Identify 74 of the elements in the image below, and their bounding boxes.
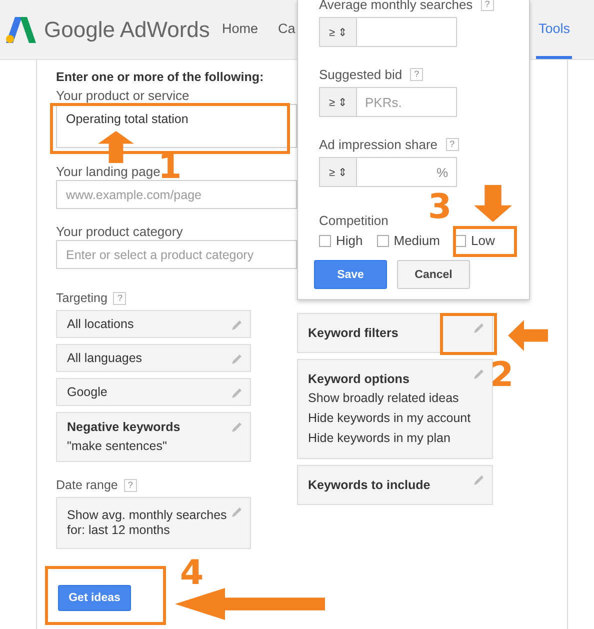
filter-input[interactable]: ≥ ⇕ [319,17,457,47]
input-field[interactable]: Enter or select a product category [56,240,297,269]
card-text: Show broadly related ideas [308,390,460,407]
card-text: for: last 12 months [67,523,171,538]
product-field[interactable]: Operating total station [56,104,297,148]
settings-card[interactable]: All locations [56,310,251,338]
settings-card[interactable]: Google [56,378,251,406]
step-number: 2 [490,358,514,392]
checkbox[interactable] [376,234,389,246]
card-text: Hide keywords in my account [308,410,472,427]
nav-tab[interactable]: Tools [536,0,572,59]
annotation-arrow [474,185,512,222]
step-number: 3 [428,190,452,224]
card-text: Hide keywords in my plan [308,430,452,447]
field-label: Your product category [56,223,183,240]
settings-card[interactable]: Show avg. monthly searches for: last 12 months [56,497,251,549]
step-number: 4 [180,556,204,590]
card-title: All locations [67,316,135,332]
filter-label: Suggested bid [319,67,402,82]
settings-card[interactable]: Negative keywords "make sentences" [56,412,251,462]
highlight-frame [453,226,517,257]
pencil-icon[interactable] [231,506,243,518]
nav-tab[interactable]: Home [222,0,258,59]
card-title: Keyword options [308,371,410,388]
checkbox-label: High [336,233,363,248]
filter-input[interactable]: ≥ ⇕ PKRs. [319,87,457,117]
card-title: Keyword filters [308,325,400,342]
field-label: Your product or service [56,87,190,104]
highlight-frame [440,313,497,355]
help-icon[interactable]: ? [446,138,459,151]
pencil-icon[interactable] [473,474,485,486]
filter-label: Ad impression share [319,137,438,152]
section-label: Targeting [56,291,108,305]
help-icon[interactable]: ? [480,0,494,11]
pencil-icon[interactable] [231,353,243,365]
pencil-icon[interactable] [231,387,243,399]
brand-name: Google AdWords [44,16,210,42]
input-field[interactable]: www.example.com/page [56,180,297,209]
pencil-icon[interactable] [231,319,243,331]
filter-input[interactable]: ≥ ⇕ % [319,157,457,187]
nav-tab[interactable]: Ca [278,0,296,59]
settings-card[interactable]: Keyword options Show broadly related ideas Hide keywords in my account Hide keywords in my plan [297,359,493,459]
competition-label: Competition [319,213,388,228]
operator-select[interactable]: ≥ ⇕ [320,18,357,46]
help-icon[interactable]: ? [124,478,137,492]
help-icon[interactable]: ? [113,292,126,304]
operator-select[interactable]: ≥ ⇕ [320,88,357,116]
operator-select[interactable]: ≥ ⇕ [320,158,357,186]
settings-card[interactable]: All languages [56,344,251,372]
pencil-icon[interactable] [231,421,243,433]
checkbox-label: Low [471,233,495,248]
section-label: Date range [56,478,118,492]
card-title: Negative keywords [67,419,182,436]
form-heading: Enter one or more of the following: [56,69,265,85]
percent-suffix: % [436,164,449,180]
cancel-button[interactable]: Cancel [397,260,470,289]
pencil-icon[interactable] [473,368,485,380]
card-title: All languages [67,350,144,366]
field-label: Your landing page [56,163,160,180]
checkbox[interactable] [319,234,331,246]
annotation-arrow [508,320,548,351]
pencil-icon[interactable] [473,322,485,334]
logo-icon [4,14,38,44]
checkbox-label: Medium [394,233,440,248]
help-icon[interactable]: ? [410,68,424,81]
settings-card[interactable]: Keyword filters [297,313,493,353]
settings-card[interactable]: Keywords to include [297,465,493,505]
save-button[interactable]: Save [314,260,387,289]
card-text: Show avg. monthly searches [67,508,228,523]
card-text: "make sentences" [67,438,168,455]
get-ideas-button[interactable]: Get ideas [58,585,131,611]
card-title: Keywords to include [308,477,432,494]
card-title: Google [67,384,108,400]
annotation-arrow [98,131,134,163]
